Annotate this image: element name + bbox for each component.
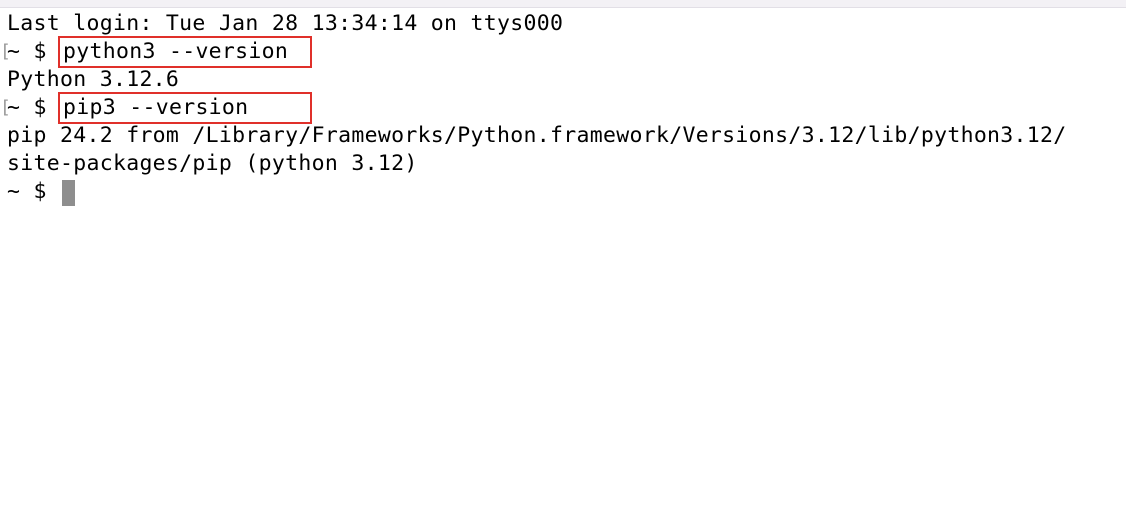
terminal-output[interactable]: Last login: Tue Jan 28 13:34:14 on ttys0… [0, 10, 1126, 522]
prompt-2: ~ $ [7, 95, 60, 120]
last-login-line: Last login: Tue Jan 28 13:34:14 on ttys0… [7, 11, 564, 36]
pip-version-output-line-1: pip 24.2 from /Library/Frameworks/Python… [7, 123, 1067, 148]
window-top-edge [0, 0, 1126, 8]
highlighted-command-python3-version: python3 --version [58, 36, 312, 68]
prompt-1: ~ $ [7, 39, 60, 64]
pip-version-output-line-2: site-packages/pip (python 3.12) [7, 151, 418, 176]
highlighted-command-pip3-version: pip3 --version [58, 92, 312, 124]
python-version-output: Python 3.12.6 [7, 67, 180, 92]
text-cursor [62, 180, 75, 206]
prompt-3: ~ $ [7, 179, 60, 204]
